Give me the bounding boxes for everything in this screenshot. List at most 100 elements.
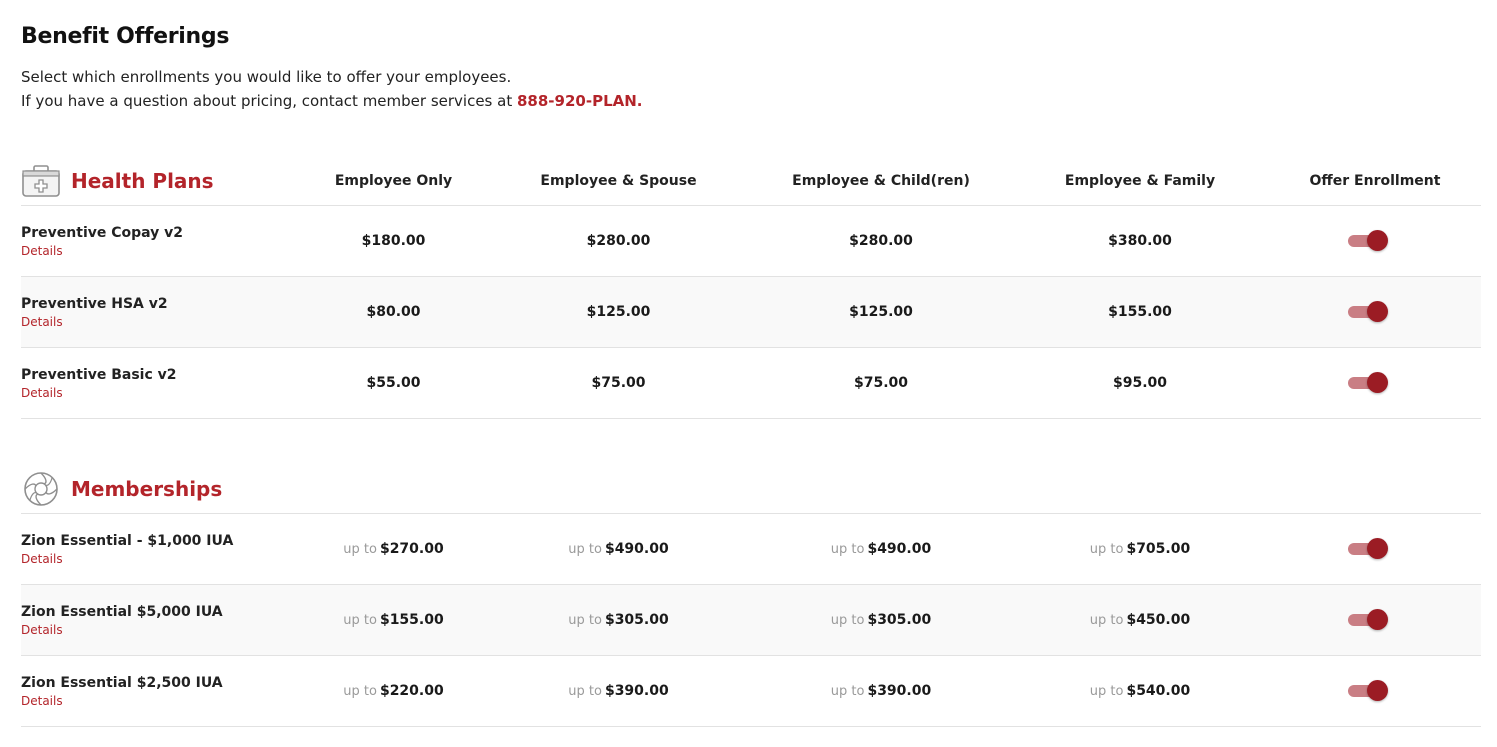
memberships-section: Memberships Zion Essential - $1,000 IUA … [21, 465, 1481, 727]
plan-cell: Preventive Basic v2 Details [21, 367, 301, 400]
intro-line-2-text: If you have a question about pricing, co… [21, 92, 513, 110]
offer-cell [1269, 680, 1481, 701]
price-value: $540.00 [1126, 683, 1191, 699]
plan-cell: Preventive Copay v2 Details [21, 225, 301, 258]
plan-cell: Zion Essential - $1,000 IUA Details [21, 533, 301, 566]
toggle-knob [1367, 609, 1388, 630]
offer-cell [1269, 538, 1481, 559]
up-to-label: up to [343, 613, 377, 628]
plan-name: Zion Essential - $1,000 IUA [21, 532, 234, 549]
price-employee-spouse: $75.00 [591, 375, 646, 391]
offer-cell [1269, 609, 1481, 630]
memberships-title-cell: Memberships [21, 469, 301, 509]
table-row: Preventive HSA v2 Details $80.00 $125.00… [21, 277, 1481, 348]
plan-cell: Zion Essential $5,000 IUA Details [21, 604, 301, 637]
price-employee-family: up to $540.00 [1011, 683, 1269, 699]
price-employee-spouse: up to $305.00 [486, 612, 751, 628]
offer-enrollment-toggle[interactable] [1348, 538, 1388, 559]
phone-number: 888-920-PLAN. [517, 92, 643, 110]
health-plans-section: Health Plans Employee Only Employee & Sp… [21, 157, 1481, 419]
table-row: Zion Essential $2,500 IUA Details up to $… [21, 656, 1481, 727]
health-plans-header: Health Plans Employee Only Employee & Sp… [21, 157, 1481, 206]
intro-line-1: Select which enrollments you would like … [21, 68, 512, 86]
up-to-label: up to [343, 542, 377, 557]
health-plans-title: Health Plans [71, 169, 214, 193]
offer-cell [1269, 301, 1481, 322]
offer-enrollment-toggle[interactable] [1348, 301, 1388, 322]
offer-enrollment-toggle[interactable] [1348, 230, 1388, 251]
plan-name: Preventive Copay v2 [21, 224, 184, 241]
details-link[interactable]: Details [21, 694, 301, 708]
plan-name: Preventive HSA v2 [21, 295, 168, 312]
price-employee-only: up to $220.00 [301, 683, 486, 699]
page-title: Benefit Offerings [21, 24, 230, 49]
price-value: $390.00 [867, 683, 932, 699]
offer-enrollment-toggle[interactable] [1348, 372, 1388, 393]
details-link[interactable]: Details [21, 386, 301, 400]
price-employee-only: $80.00 [366, 304, 421, 320]
col-employee-only: Employee Only [334, 173, 453, 189]
price-value: $490.00 [604, 541, 669, 557]
price-employee-family: $95.00 [1112, 375, 1168, 391]
plan-cell: Zion Essential $2,500 IUA Details [21, 675, 301, 708]
price-employee-family: $155.00 [1108, 304, 1172, 320]
price-employee-spouse: $125.00 [586, 304, 651, 320]
toggle-knob [1367, 372, 1388, 393]
details-link[interactable]: Details [21, 315, 301, 329]
price-employee-spouse: $280.00 [586, 233, 651, 249]
plan-name: Zion Essential $2,500 IUA [21, 674, 223, 691]
details-link[interactable]: Details [21, 244, 301, 258]
price-value: $305.00 [604, 612, 669, 628]
offer-enrollment-toggle[interactable] [1348, 609, 1388, 630]
up-to-label: up to [1089, 542, 1124, 557]
up-to-label: up to [568, 684, 602, 699]
plan-name: Preventive Basic v2 [21, 366, 177, 383]
price-employee-children: $280.00 [849, 233, 913, 249]
up-to-label: up to [568, 613, 602, 628]
price-employee-only: up to $155.00 [301, 612, 486, 628]
intro-line-2: If you have a question about pricing, co… [21, 89, 643, 113]
aperture-logo-icon [21, 469, 61, 509]
up-to-label: up to [568, 542, 602, 557]
memberships-header: Memberships [21, 465, 1481, 514]
up-to-label: up to [830, 542, 865, 557]
price-employee-children: up to $490.00 [751, 541, 1011, 557]
price-value: $490.00 [867, 541, 932, 557]
table-row: Preventive Copay v2 Details $180.00 $280… [21, 206, 1481, 277]
up-to-label: up to [1089, 613, 1124, 628]
up-to-label: up to [830, 613, 865, 628]
offer-enrollment-toggle[interactable] [1348, 680, 1388, 701]
table-row: Zion Essential - $1,000 IUA Details up t… [21, 514, 1481, 585]
price-employee-children: $125.00 [849, 304, 913, 320]
table-row: Preventive Basic v2 Details $55.00 $75.0… [21, 348, 1481, 419]
price-employee-spouse: up to $490.00 [486, 541, 751, 557]
details-link[interactable]: Details [21, 623, 301, 637]
offer-cell [1269, 372, 1481, 393]
up-to-label: up to [1089, 684, 1124, 699]
table-row: Zion Essential $5,000 IUA Details up to $… [21, 585, 1481, 656]
medical-kit-icon [21, 161, 61, 201]
price-employee-family: $380.00 [1108, 233, 1172, 249]
col-offer-enrollment: Offer Enrollment [1309, 173, 1441, 189]
price-employee-spouse: up to $390.00 [486, 683, 751, 699]
health-plans-title-cell: Health Plans [21, 161, 301, 201]
price-value: $705.00 [1126, 541, 1191, 557]
col-employee-children: Employee & Child(ren) [792, 173, 970, 189]
price-employee-children: up to $390.00 [751, 683, 1011, 699]
price-employee-only: up to $270.00 [301, 541, 486, 557]
col-employee-family: Employee & Family [1064, 173, 1216, 189]
benefit-offerings-page: Benefit Offerings Select which enrollmen… [0, 0, 1497, 747]
memberships-title: Memberships [71, 477, 223, 501]
plan-cell: Preventive HSA v2 Details [21, 296, 301, 329]
price-employee-family: up to $705.00 [1011, 541, 1269, 557]
price-value: $305.00 [867, 612, 932, 628]
price-employee-only: $55.00 [366, 375, 421, 391]
toggle-knob [1367, 301, 1388, 322]
col-employee-spouse: Employee & Spouse [540, 173, 697, 189]
price-value: $450.00 [1126, 612, 1191, 628]
details-link[interactable]: Details [21, 552, 301, 566]
up-to-label: up to [830, 684, 865, 699]
toggle-knob [1367, 230, 1388, 251]
price-value: $155.00 [379, 612, 444, 628]
offer-cell [1269, 230, 1481, 251]
